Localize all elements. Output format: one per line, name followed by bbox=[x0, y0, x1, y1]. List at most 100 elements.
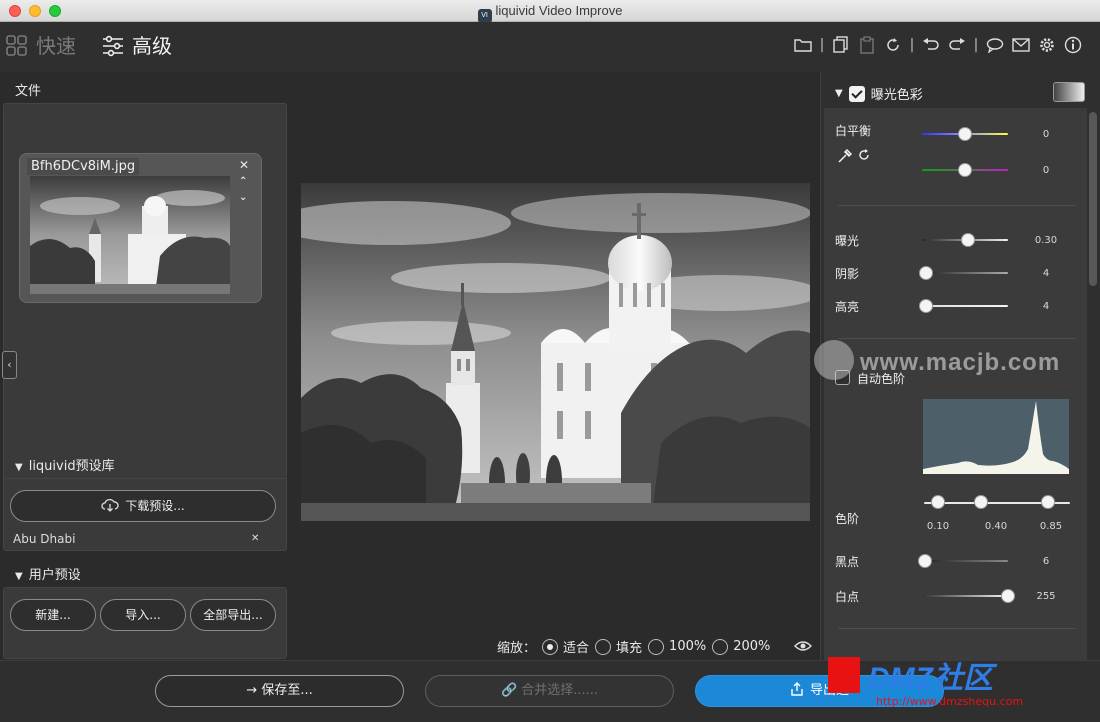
main-toolbar: 快速 高级 | | | bbox=[0, 22, 1100, 72]
levels-white-value: 0.85 bbox=[1039, 521, 1063, 532]
file-card[interactable]: Bfh6DCv8iM.jpg ✕ ⌃ ⌄ bbox=[19, 153, 262, 303]
reset-icon[interactable] bbox=[880, 34, 906, 56]
exposure-color-enable-checkbox[interactable] bbox=[848, 85, 865, 102]
highlights-slider-track[interactable] bbox=[922, 305, 1008, 307]
exposure-slider-knob[interactable] bbox=[961, 233, 975, 247]
white-point-value: 255 bbox=[1036, 591, 1056, 602]
preset-item-label[interactable]: Abu Dhabi bbox=[13, 532, 75, 546]
cloud-download-icon bbox=[101, 498, 119, 512]
undo-icon[interactable] bbox=[918, 34, 944, 56]
shadows-slider-knob[interactable] bbox=[919, 266, 933, 280]
zoom-label: 缩放： bbox=[497, 641, 537, 656]
highlights-slider-knob[interactable] bbox=[919, 299, 933, 313]
paste-icon[interactable] bbox=[854, 34, 880, 56]
folder-icon[interactable] bbox=[790, 34, 816, 56]
watermark-url: http://www.dmzshequ.com bbox=[876, 695, 1024, 708]
collapse-left-panel-icon[interactable]: ‹ bbox=[2, 351, 17, 379]
zoom-200-radio[interactable] bbox=[712, 638, 729, 655]
white-point-label: 白点 bbox=[835, 590, 860, 604]
black-point-slider-knob[interactable] bbox=[918, 554, 932, 568]
watermark-title: DMZ社区 bbox=[868, 662, 993, 695]
remove-preset-icon[interactable]: ✕ bbox=[251, 533, 259, 544]
new-preset-button[interactable]: 新建... bbox=[10, 599, 96, 631]
file-thumbnail bbox=[30, 176, 230, 294]
section-divider bbox=[838, 628, 1076, 629]
zoom-100-radio[interactable] bbox=[648, 638, 665, 655]
temperature-slider-knob[interactable] bbox=[958, 127, 972, 141]
levels-white-knob[interactable] bbox=[1041, 495, 1055, 509]
disclosure-triangle-icon: ▼ bbox=[15, 571, 23, 582]
levels-black-knob[interactable] bbox=[931, 495, 945, 509]
quick-mode-tab[interactable]: 快速 bbox=[6, 32, 76, 60]
move-down-icon[interactable]: ⌄ bbox=[239, 192, 247, 203]
user-presets-header[interactable]: ▼ 用户预设 bbox=[15, 564, 81, 583]
toolbar-separator: | bbox=[819, 37, 825, 53]
preset-library-header[interactable]: ▼ liquivid预设库 bbox=[15, 455, 115, 474]
eyedropper-icon[interactable] bbox=[837, 148, 853, 164]
watermark-red-block bbox=[828, 657, 860, 693]
sliders-icon bbox=[103, 35, 123, 57]
zoom-200-label[interactable]: 200% bbox=[733, 639, 770, 654]
preset-library-list: 下载预设... Abu Dhabi ✕ bbox=[3, 478, 287, 551]
panel-scrollbar[interactable] bbox=[1089, 112, 1097, 286]
shadows-value: 4 bbox=[1042, 268, 1050, 279]
save-to-button[interactable]: → 保存至... bbox=[155, 675, 404, 707]
shadows-slider-track[interactable] bbox=[922, 272, 1008, 274]
left-panel: 文件 Bfh6DCv8iM.jpg ✕ ⌃ ⌄ ‹ ▼ liquivid预设库 … bbox=[0, 72, 290, 660]
file-list: Bfh6DCv8iM.jpg ✕ ⌃ ⌄ bbox=[3, 103, 287, 513]
settings-icon[interactable] bbox=[1034, 34, 1060, 56]
zoom-controls: 缩放： 适合 填充 100% 200% bbox=[497, 637, 770, 656]
zoom-fit-label[interactable]: 适合 bbox=[563, 637, 589, 656]
macjb-watermark: www.macjb.com bbox=[814, 340, 1060, 380]
reset-white-balance-icon[interactable] bbox=[857, 148, 871, 162]
white-balance-label: 白平衡 bbox=[835, 124, 872, 138]
exposure-label: 曝光 bbox=[835, 234, 860, 248]
zoom-fit-radio[interactable] bbox=[542, 638, 559, 655]
temperature-value: 0 bbox=[1042, 129, 1050, 140]
exposure-value: 0.30 bbox=[1034, 235, 1058, 246]
black-point-label: 黑点 bbox=[835, 555, 860, 569]
black-point-slider-track[interactable] bbox=[922, 560, 1008, 562]
redo-icon[interactable] bbox=[944, 34, 970, 56]
toolbar-separator: | bbox=[909, 37, 915, 53]
eye-icon[interactable] bbox=[794, 640, 812, 652]
mail-icon[interactable] bbox=[1008, 34, 1034, 56]
color-preset-swatch[interactable] bbox=[1053, 82, 1085, 102]
zoom-fill-label[interactable]: 填充 bbox=[616, 637, 642, 656]
remove-file-icon[interactable]: ✕ bbox=[239, 158, 249, 172]
export-all-presets-button[interactable]: 全部导出... bbox=[190, 599, 276, 631]
quick-grid-icon bbox=[6, 35, 27, 56]
merge-selection-button[interactable]: 🔗 合并选择...... bbox=[425, 675, 674, 707]
section-divider bbox=[838, 205, 1076, 206]
zoom-100-label[interactable]: 100% bbox=[669, 639, 706, 654]
advanced-mode-tab[interactable]: 高级 bbox=[102, 32, 172, 60]
white-point-slider-track[interactable] bbox=[922, 595, 1008, 597]
exposure-color-header[interactable]: ▼ 曝光色彩 bbox=[835, 84, 923, 103]
section-divider bbox=[838, 338, 1076, 339]
zoom-fill-radio[interactable] bbox=[595, 638, 612, 655]
white-point-slider-knob[interactable] bbox=[1001, 589, 1015, 603]
toolbar-icon-group: | | | bbox=[790, 34, 1086, 56]
info-icon[interactable] bbox=[1060, 34, 1086, 56]
highlights-value: 4 bbox=[1042, 301, 1050, 312]
move-up-icon[interactable]: ⌃ bbox=[239, 176, 247, 187]
export-icon bbox=[791, 682, 803, 696]
chat-icon[interactable] bbox=[982, 34, 1008, 56]
tint-slider-knob[interactable] bbox=[958, 163, 972, 177]
levels-black-value: 0.10 bbox=[926, 521, 950, 532]
copy-icon[interactable] bbox=[828, 34, 854, 56]
preview-image[interactable] bbox=[301, 183, 810, 521]
quick-mode-label: 快速 bbox=[36, 34, 76, 58]
title-bar: VI liquivid Video Improve bbox=[0, 0, 1100, 23]
levels-label: 色阶 bbox=[835, 512, 860, 526]
tint-value: 0 bbox=[1042, 165, 1050, 176]
import-preset-button[interactable]: 导入... bbox=[100, 599, 186, 631]
highlights-label: 高亮 bbox=[835, 300, 860, 314]
window-title: VI liquivid Video Improve bbox=[0, 3, 1100, 23]
levels-gamma-knob[interactable] bbox=[974, 495, 988, 509]
download-presets-button[interactable]: 下载预设... bbox=[10, 490, 276, 522]
app-icon: VI bbox=[477, 9, 492, 23]
watermark-logo-icon bbox=[814, 340, 854, 380]
adjustments-content: 白平衡 0 0 曝光 0.30 阴影 4 高亮 4 自动色阶 色阶 0.10 0… bbox=[824, 108, 1087, 660]
levels-histogram bbox=[923, 399, 1069, 474]
